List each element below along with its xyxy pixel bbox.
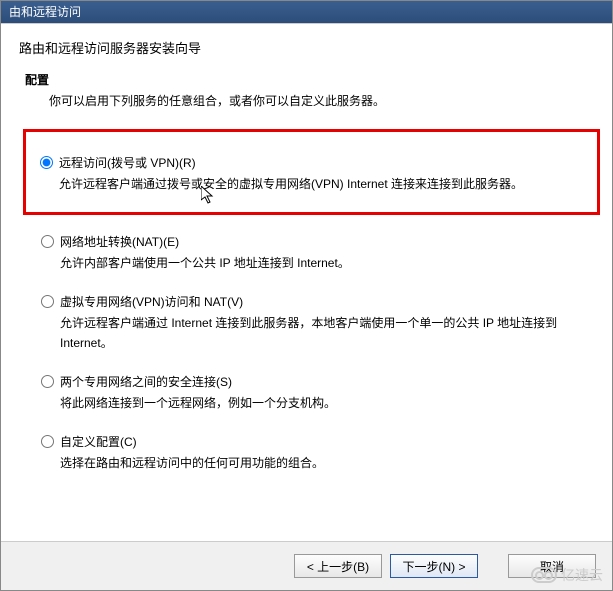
option-label-remote-access[interactable]: 远程访问(拨号或 VPN)(R) <box>59 154 196 171</box>
watermark: 亿速云 <box>531 565 603 585</box>
option-custom: 自定义配置(C) 选择在路由和远程访问中的任何可用功能的组合。 <box>41 431 582 475</box>
option-desc-vpn-nat: 允许远程客户端通过 Internet 连接到此服务器，本地客户端使用一个单一的公… <box>60 314 582 352</box>
watermark-text: 亿速云 <box>561 565 603 585</box>
option-vpn-nat: 虚拟专用网络(VPN)访问和 NAT(V) 允许远程客户端通过 Internet… <box>41 291 582 354</box>
option-label-nat[interactable]: 网络地址转换(NAT)(E) <box>60 233 179 250</box>
option-label-vpn-nat[interactable]: 虚拟专用网络(VPN)访问和 NAT(V) <box>60 293 243 310</box>
option-remote-access: 远程访问(拨号或 VPN)(R) 允许远程客户端通过拨号或安全的虚拟专用网络(V… <box>23 129 600 215</box>
option-label-custom[interactable]: 自定义配置(C) <box>60 433 137 450</box>
radio-secure-connection[interactable] <box>41 375 54 388</box>
option-desc-secure-connection: 将此网络连接到一个远程网络，例如一个分支机构。 <box>60 394 582 413</box>
option-desc-remote-access: 允许远程客户端通过拨号或安全的虚拟专用网络(VPN) Internet 连接来连… <box>59 175 583 194</box>
wizard-dialog: 路由和远程访问服务器安装向导 配置 你可以启用下列服务的任意组合，或者你可以自定… <box>1 23 612 590</box>
window-titlebar: 由和远程访问 <box>1 1 612 23</box>
option-nat: 网络地址转换(NAT)(E) 允许内部客户端使用一个公共 IP 地址连接到 In… <box>41 231 582 275</box>
radio-nat[interactable] <box>41 235 54 248</box>
wizard-title: 路由和远程访问服务器安装向导 <box>19 38 594 57</box>
radio-remote-access[interactable] <box>40 156 53 169</box>
next-button[interactable]: 下一步(N) > <box>390 554 478 578</box>
window-title: 由和远程访问 <box>9 5 81 19</box>
option-secure-connection: 两个专用网络之间的安全连接(S) 将此网络连接到一个远程网络，例如一个分支机构。 <box>41 371 582 415</box>
watermark-icon <box>531 567 557 583</box>
button-bar: < 上一步(B) 下一步(N) > 取消 <box>1 541 612 590</box>
section-title: 配置 <box>25 71 594 88</box>
option-desc-nat: 允许内部客户端使用一个公共 IP 地址连接到 Internet。 <box>60 254 582 273</box>
section-description: 你可以启用下列服务的任意组合，或者你可以自定义此服务器。 <box>49 92 594 109</box>
radio-vpn-nat[interactable] <box>41 295 54 308</box>
option-desc-custom: 选择在路由和远程访问中的任何可用功能的组合。 <box>60 454 582 473</box>
option-label-secure-connection[interactable]: 两个专用网络之间的安全连接(S) <box>60 373 232 390</box>
back-button[interactable]: < 上一步(B) <box>294 554 382 578</box>
window-frame: 由和远程访问 路由和远程访问服务器安装向导 配置 你可以启用下列服务的任意组合，… <box>0 0 613 591</box>
options-area: 远程访问(拨号或 VPN)(R) 允许远程客户端通过拨号或安全的虚拟专用网络(V… <box>1 117 612 541</box>
wizard-header: 路由和远程访问服务器安装向导 配置 你可以启用下列服务的任意组合，或者你可以自定… <box>1 24 612 117</box>
radio-custom[interactable] <box>41 435 54 448</box>
